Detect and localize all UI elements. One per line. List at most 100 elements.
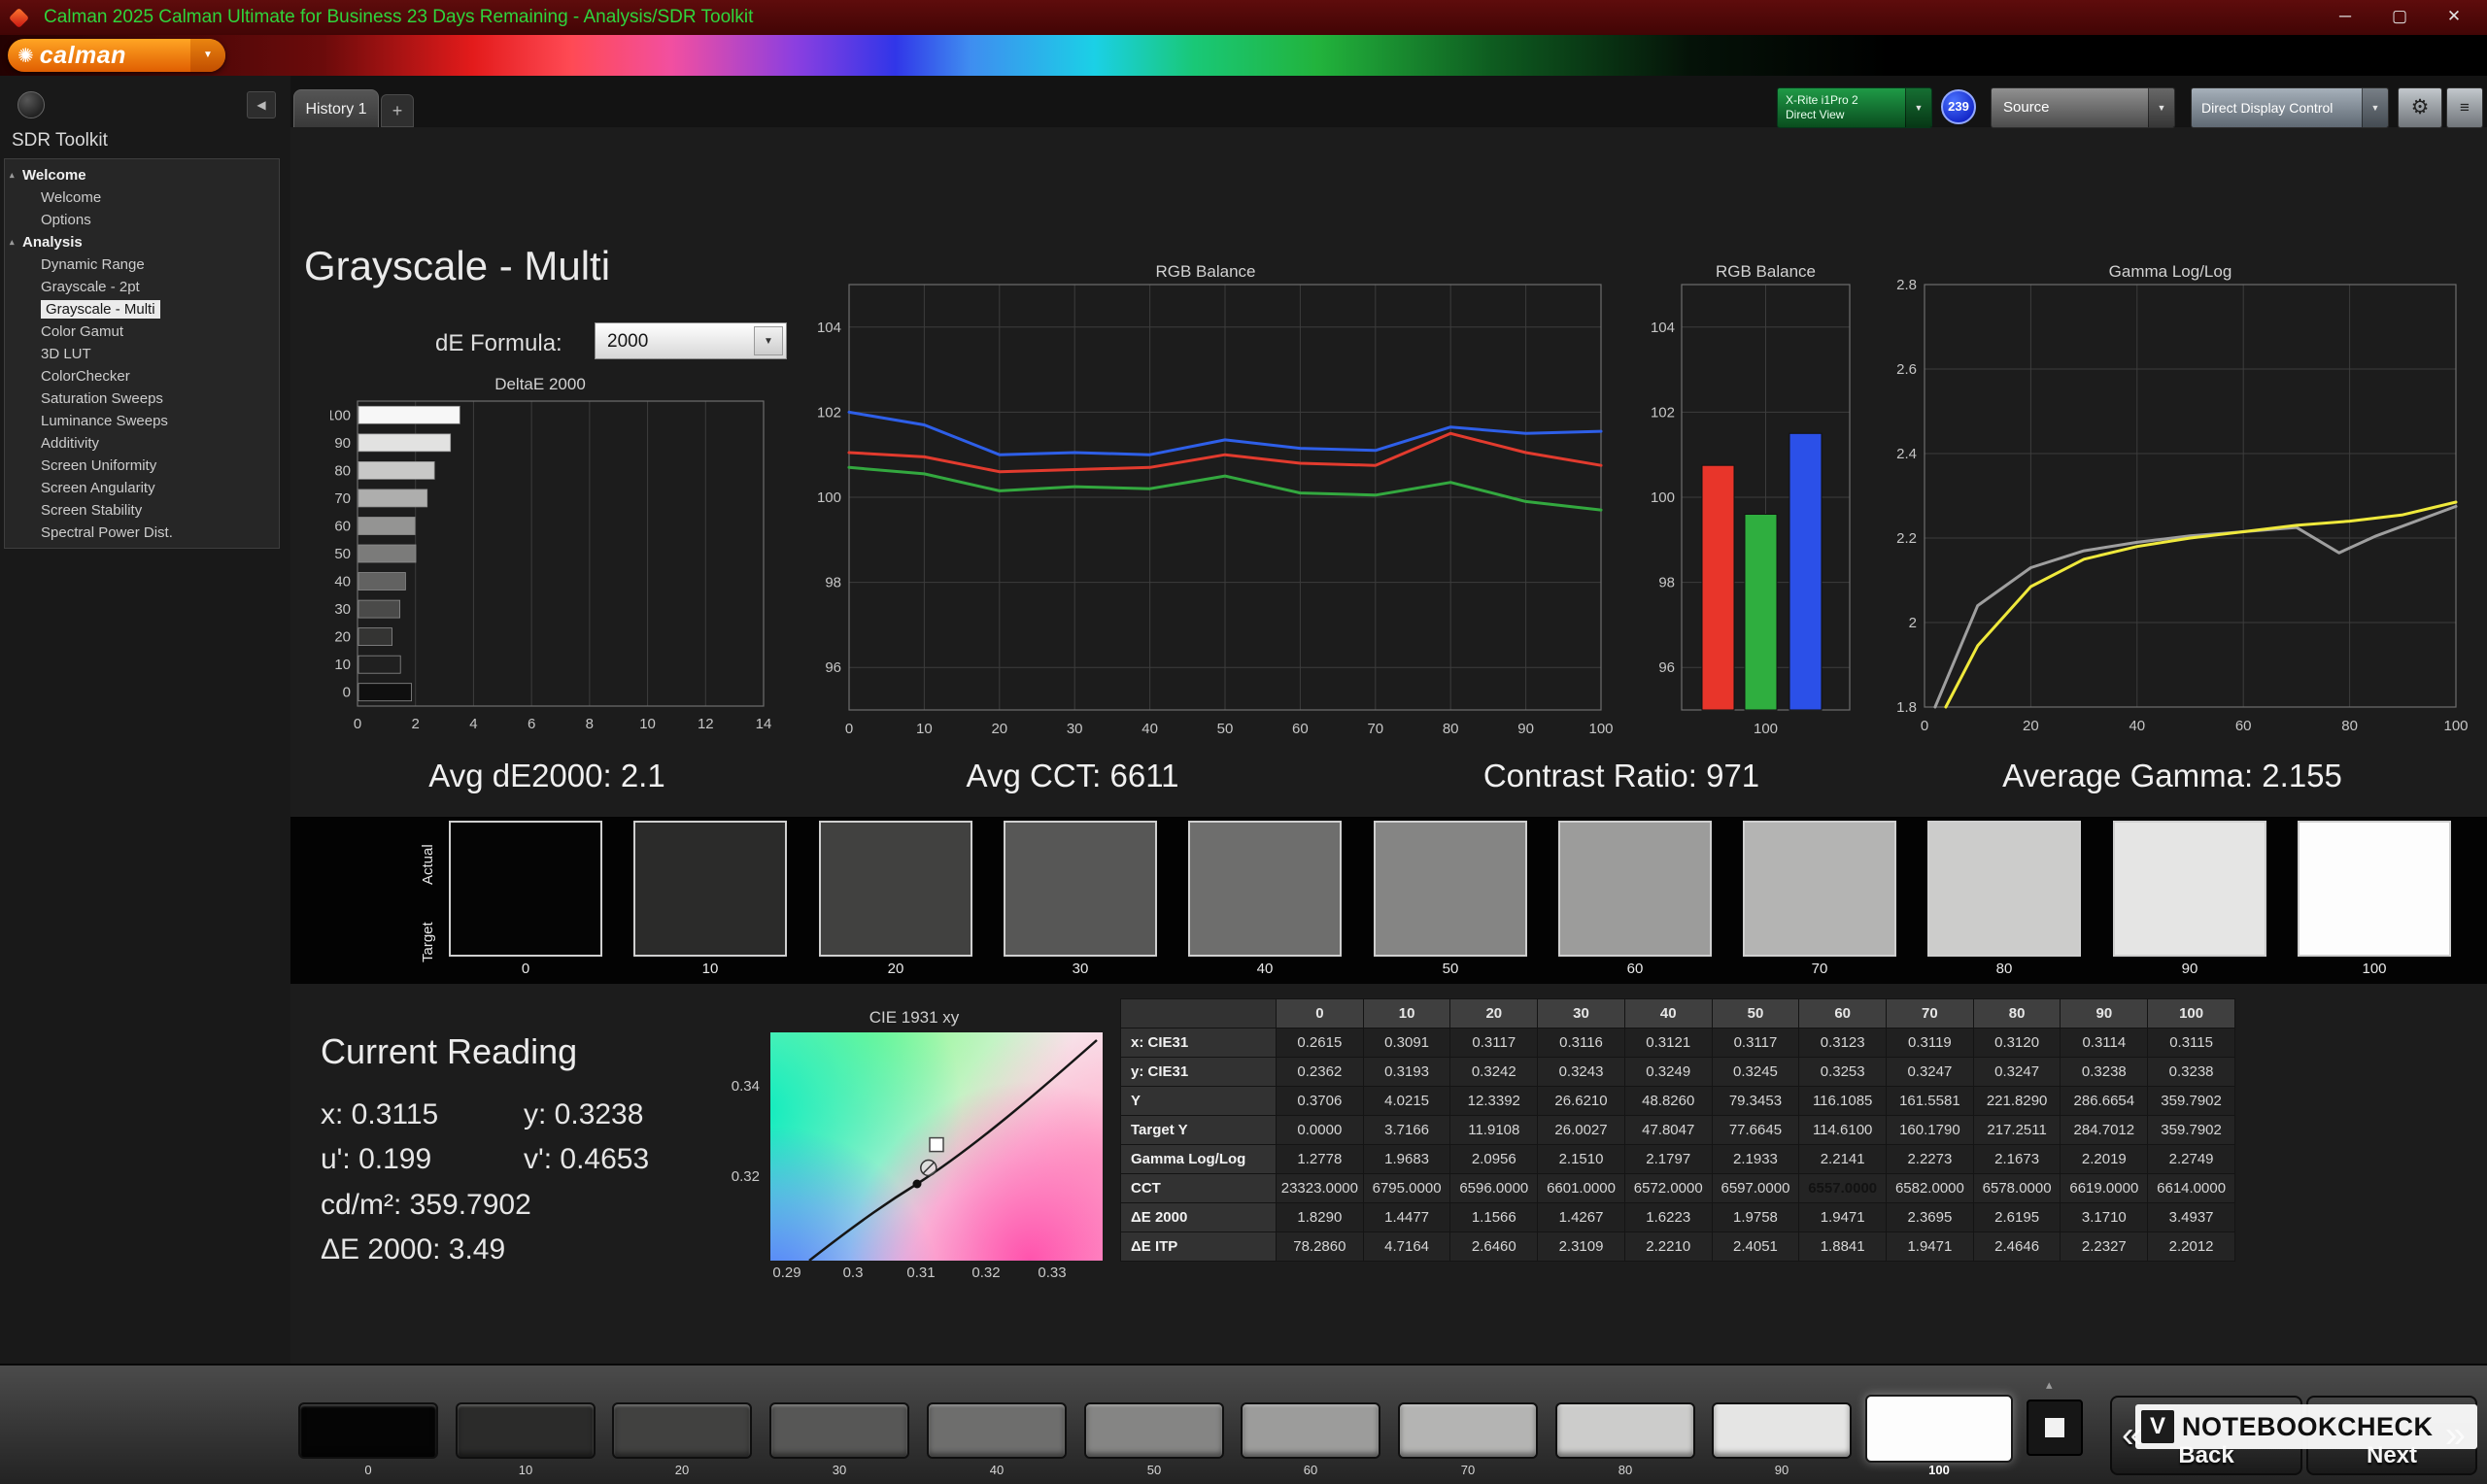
table-cell[interactable]: 2.2273 <box>1887 1145 1974 1174</box>
de-formula-select[interactable]: 2000 ▼ <box>595 322 787 359</box>
sidebar-item-3d-lut[interactable]: 3D LUT <box>5 343 279 365</box>
expander-icon[interactable]: ▴ <box>10 231 15 253</box>
table-cell[interactable]: 217.2511 <box>1973 1116 2061 1145</box>
table-cell[interactable]: 2.6460 <box>1450 1232 1538 1262</box>
sidebar-item-saturation-sweeps[interactable]: Saturation Sweeps <box>5 388 279 410</box>
table-cell[interactable]: 48.8260 <box>1624 1087 1712 1116</box>
table-cell[interactable]: 6795.0000 <box>1363 1174 1450 1203</box>
sidebar-item-grayscale-2pt[interactable]: Grayscale - 2pt <box>5 276 279 298</box>
table-cell[interactable]: 286.6654 <box>2061 1087 2148 1116</box>
table-cell[interactable]: 2.1673 <box>1973 1145 2061 1174</box>
pattern-button-30[interactable] <box>769 1402 909 1459</box>
table-cell[interactable]: 0.3091 <box>1363 1029 1450 1058</box>
table-cell[interactable]: 6578.0000 <box>1973 1174 2061 1203</box>
table-cell[interactable]: 77.6645 <box>1712 1116 1799 1145</box>
source-dropdown[interactable]: Source ▼ <box>1991 87 2175 128</box>
table-cell[interactable]: 359.7902 <box>2148 1116 2235 1145</box>
pattern-button-20[interactable] <box>612 1402 752 1459</box>
table-cell[interactable]: 0.3238 <box>2061 1058 2148 1087</box>
sidebar-item-additivity[interactable]: Additivity <box>5 432 279 455</box>
pattern-button-50[interactable] <box>1084 1402 1224 1459</box>
table-cell[interactable]: 1.8290 <box>1277 1203 1364 1232</box>
table-cell[interactable]: 6596.0000 <box>1450 1174 1538 1203</box>
table-cell[interactable]: 47.8047 <box>1624 1116 1712 1145</box>
table-cell[interactable]: 6582.0000 <box>1887 1174 1974 1203</box>
pattern-button-70[interactable] <box>1398 1402 1538 1459</box>
chevron-down-icon[interactable]: ▼ <box>2148 88 2174 127</box>
table-cell[interactable]: 2.2210 <box>1624 1232 1712 1262</box>
table-cell[interactable]: 0.3238 <box>2148 1058 2235 1087</box>
tree-section-welcome[interactable]: ▴Welcome <box>5 164 279 186</box>
pattern-button-80[interactable] <box>1555 1402 1695 1459</box>
pattern-button-60[interactable] <box>1241 1402 1380 1459</box>
table-cell[interactable]: 2.1510 <box>1538 1145 1625 1174</box>
table-cell[interactable]: 1.2778 <box>1277 1145 1364 1174</box>
table-cell[interactable]: 0.3242 <box>1450 1058 1538 1087</box>
maximize-button[interactable]: ▢ <box>2372 0 2427 35</box>
sidebar-item-luminance-sweeps[interactable]: Luminance Sweeps <box>5 410 279 432</box>
table-cell[interactable]: 0.3121 <box>1624 1029 1712 1058</box>
table-cell[interactable]: 0.3120 <box>1973 1029 2061 1058</box>
table-cell[interactable]: 2.1797 <box>1624 1145 1712 1174</box>
table-cell[interactable]: 116.1085 <box>1799 1087 1887 1116</box>
table-cell[interactable]: 0.3247 <box>1887 1058 1974 1087</box>
tree-section-analysis[interactable]: ▴Analysis <box>5 231 279 253</box>
add-tab-button[interactable]: + <box>381 94 414 127</box>
table-cell[interactable]: 2.2019 <box>2061 1145 2148 1174</box>
table-cell[interactable]: 3.4937 <box>2148 1203 2235 1232</box>
table-cell[interactable]: 6619.0000 <box>2061 1174 2148 1203</box>
chevron-down-icon[interactable]: ▼ <box>190 39 225 72</box>
circle-icon[interactable] <box>17 91 45 118</box>
table-cell[interactable]: 6601.0000 <box>1538 1174 1625 1203</box>
expander-icon[interactable]: ▴ <box>10 164 15 186</box>
sidebar-item-screen-uniformity[interactable]: Screen Uniformity <box>5 455 279 477</box>
settings-button[interactable]: ⚙ <box>2398 87 2442 128</box>
table-cell[interactable]: 0.3245 <box>1712 1058 1799 1087</box>
table-cell[interactable]: 359.7902 <box>2148 1087 2235 1116</box>
table-cell[interactable]: 0.3243 <box>1538 1058 1625 1087</box>
table-cell[interactable]: 0.3117 <box>1712 1029 1799 1058</box>
table-cell[interactable]: 2.0956 <box>1450 1145 1538 1174</box>
sidebar-item-screen-angularity[interactable]: Screen Angularity <box>5 477 279 499</box>
pattern-button-100[interactable] <box>1865 1395 2013 1463</box>
pattern-button-10[interactable] <box>456 1402 596 1459</box>
table-cell[interactable]: 1.6223 <box>1624 1203 1712 1232</box>
sidebar-item-screen-stability[interactable]: Screen Stability <box>5 499 279 522</box>
table-cell[interactable]: 161.5581 <box>1887 1087 1974 1116</box>
table-cell[interactable]: 2.2012 <box>2148 1232 2235 1262</box>
table-cell[interactable]: 0.2615 <box>1277 1029 1364 1058</box>
minimize-button[interactable]: ─ <box>2318 0 2372 35</box>
table-cell[interactable]: 1.1566 <box>1450 1203 1538 1232</box>
table-cell[interactable]: 1.9471 <box>1799 1203 1887 1232</box>
table-cell[interactable]: 3.7166 <box>1363 1116 1450 1145</box>
table-cell[interactable]: 0.3116 <box>1538 1029 1625 1058</box>
table-cell[interactable]: 2.2749 <box>2148 1145 2235 1174</box>
pattern-button-90[interactable] <box>1712 1402 1852 1459</box>
table-cell[interactable]: 0.2362 <box>1277 1058 1364 1087</box>
sidebar-item-options[interactable]: Options <box>5 209 279 231</box>
table-cell[interactable]: 11.9108 <box>1450 1116 1538 1145</box>
table-cell[interactable]: 26.0027 <box>1538 1116 1625 1145</box>
pattern-button-0[interactable] <box>298 1402 438 1459</box>
tab-history-1[interactable]: History 1 <box>293 89 379 127</box>
table-cell[interactable]: 0.3123 <box>1799 1029 1887 1058</box>
calman-logo-button[interactable]: ✺ calman ▼ <box>8 39 225 72</box>
table-cell[interactable]: 0.3115 <box>2148 1029 2235 1058</box>
table-cell[interactable]: 0.3193 <box>1363 1058 1450 1087</box>
table-cell[interactable]: 2.3109 <box>1538 1232 1625 1262</box>
table-cell[interactable]: 0.3117 <box>1450 1029 1538 1058</box>
table-cell[interactable]: 2.2141 <box>1799 1145 1887 1174</box>
table-cell[interactable]: 6614.0000 <box>2148 1174 2235 1203</box>
collapse-sidebar-button[interactable]: ◀ <box>247 91 276 118</box>
table-cell[interactable]: 0.3706 <box>1277 1087 1364 1116</box>
meter-dropdown[interactable]: X-Rite i1Pro 2 Direct View ▼ <box>1777 87 1932 128</box>
table-cell[interactable]: 4.7164 <box>1363 1232 1450 1262</box>
table-cell[interactable]: 6597.0000 <box>1712 1174 1799 1203</box>
table-cell[interactable]: 2.4646 <box>1973 1232 2061 1262</box>
pattern-window-button[interactable] <box>2027 1400 2083 1456</box>
table-cell[interactable]: 78.2860 <box>1277 1232 1364 1262</box>
table-cell[interactable]: 160.1790 <box>1887 1116 1974 1145</box>
table-cell[interactable]: 221.8290 <box>1973 1087 2061 1116</box>
table-cell[interactable]: 1.4267 <box>1538 1203 1625 1232</box>
table-cell[interactable]: 2.1933 <box>1712 1145 1799 1174</box>
